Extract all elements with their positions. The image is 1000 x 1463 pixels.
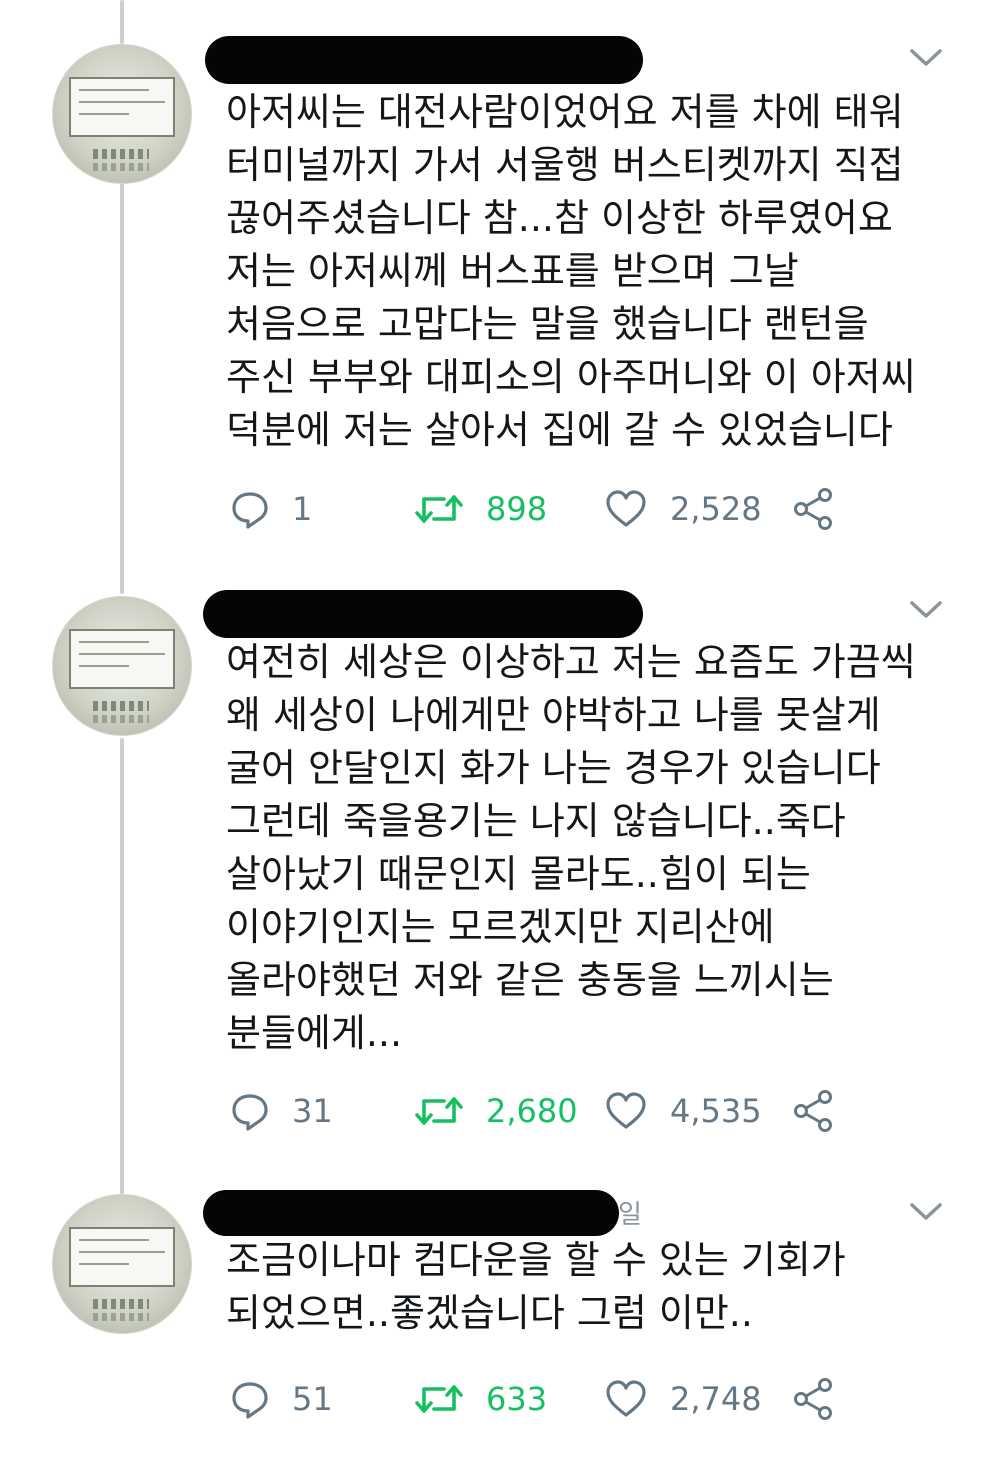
chevron-down-icon	[910, 49, 942, 66]
more-options-button[interactable]	[908, 594, 944, 624]
retweet-icon	[415, 1097, 463, 1125]
tweet-text-line: 왜 세상이 나에게만 야박하고 나를 못살게	[226, 693, 881, 737]
retweet-count: 2,680	[486, 1092, 578, 1130]
reply-count: 51	[292, 1380, 333, 1418]
tweet-text-line: 여전히 세상은 이상하고 저는 요즘도 가끔씩	[226, 640, 916, 684]
like-count: 4,535	[670, 1092, 762, 1130]
share-icon	[794, 488, 832, 530]
tweet-text-line: 조금이나마 컴다운을 할 수 있는 기회가	[226, 1238, 846, 1282]
tweet-text-line: 분들에게...	[226, 1011, 403, 1055]
reply-count: 1	[292, 490, 313, 528]
tweet-text-line: 주신 부부와 대피소의 아주머니와 이 아저씨	[226, 355, 916, 399]
tweet-text-line: 올라야했던 저와 같은 충동을 느끼시는	[226, 958, 834, 1002]
like-button[interactable]: 4,535	[604, 1086, 762, 1136]
reply-button[interactable]: 31	[230, 1086, 333, 1136]
like-count: 2,748	[670, 1380, 762, 1418]
retweet-button[interactable]: 633	[414, 1374, 547, 1424]
tweet[interactable]: 아저씨는 대전사람이었어요 저를 차에 태워 터미널까지 가서 서울행 버스티켓…	[0, 0, 1000, 590]
like-button[interactable]: 2,748	[604, 1374, 762, 1424]
redacted-display-name	[203, 1190, 619, 1236]
reply-count: 31	[292, 1092, 333, 1130]
redacted-display-name	[205, 36, 643, 84]
reply-icon	[232, 1382, 268, 1419]
heart-icon	[606, 490, 646, 527]
handle-tail: 일	[618, 1200, 642, 1230]
share-button[interactable]	[792, 1374, 836, 1424]
tweet-text: 조금이나마 컴다운을 할 수 있는 기회가 되었으면..좋겠습니다 그럼 이만.…	[226, 1234, 966, 1340]
tweet-text-line: 아저씨는 대전사람이었어요 저를 차에 태워	[226, 90, 904, 134]
tweet-actions: 31 2,680 4,535	[226, 1086, 926, 1136]
reply-icon	[232, 492, 268, 529]
tweet-text-line: 굴어 안달인지 화가 나는 경우가 있습니다	[226, 746, 881, 790]
retweet-icon	[415, 495, 463, 523]
retweet-button[interactable]: 898	[414, 484, 547, 534]
tweet-text: 아저씨는 대전사람이었어요 저를 차에 태워 터미널까지 가서 서울행 버스티켓…	[226, 86, 966, 457]
tweet-text: 여전히 세상은 이상하고 저는 요즘도 가끔씩 왜 세상이 나에게만 야박하고 …	[226, 636, 966, 1060]
share-icon	[794, 1090, 832, 1132]
avatar[interactable]	[52, 44, 192, 184]
tweet-text-line: 살아났기 때문인지 몰라도..힘이 되는	[226, 852, 811, 896]
chevron-down-icon	[910, 1203, 942, 1220]
tweet[interactable]: 일 조금이나마 컴다운을 할 수 있는 기회가 되었으면..좋겠습니다 그럼 이…	[0, 1190, 1000, 1463]
tweet-text-line: 그런데 죽을용기는 나지 않습니다..죽다	[226, 799, 846, 843]
retweet-count: 633	[486, 1380, 548, 1418]
reply-button[interactable]: 1	[230, 484, 312, 534]
reply-icon	[232, 1094, 268, 1131]
heart-icon	[606, 1092, 646, 1129]
like-count: 2,528	[670, 490, 762, 528]
share-button[interactable]	[792, 484, 836, 534]
tweet-actions: 1 898 2,528	[226, 484, 926, 534]
more-options-button[interactable]	[908, 42, 944, 72]
tweet-text-line: 터미널까지 가서 서울행 버스티켓까지 직접	[226, 143, 904, 187]
more-options-button[interactable]	[908, 1196, 944, 1226]
tweet-text-line: 처음으로 고맙다는 말을 했습니다 랜턴을	[226, 302, 869, 346]
avatar[interactable]	[52, 1194, 192, 1334]
retweet-count: 898	[486, 490, 548, 528]
retweet-icon	[415, 1385, 463, 1413]
tweet-actions: 51 633 2,748	[226, 1374, 926, 1424]
share-button[interactable]	[792, 1086, 836, 1136]
chevron-down-icon	[910, 601, 942, 618]
reply-button[interactable]: 51	[230, 1374, 333, 1424]
tweet-text-line: 이야기인지는 모르겠지만 지리산에	[226, 905, 775, 949]
tweet[interactable]: 여전히 세상은 이상하고 저는 요즘도 가끔씩 왜 세상이 나에게만 야박하고 …	[0, 590, 1000, 1190]
avatar[interactable]	[52, 596, 192, 736]
heart-icon	[606, 1380, 646, 1417]
tweet-text-line: 저는 아저씨께 버스표를 받으며 그날	[226, 249, 799, 293]
like-button[interactable]: 2,528	[604, 484, 762, 534]
tweet-text-line: 되었으면..좋겠습니다 그럼 이만..	[226, 1291, 753, 1335]
redacted-display-name	[203, 590, 643, 638]
retweet-button[interactable]: 2,680	[414, 1086, 578, 1136]
tweet-text-line: 끊어주셨습니다 참...참 이상한 하루였어요	[226, 196, 893, 240]
share-icon	[794, 1378, 832, 1420]
tweet-text-line: 덕분에 저는 살아서 집에 갈 수 있었습니다	[226, 408, 893, 452]
